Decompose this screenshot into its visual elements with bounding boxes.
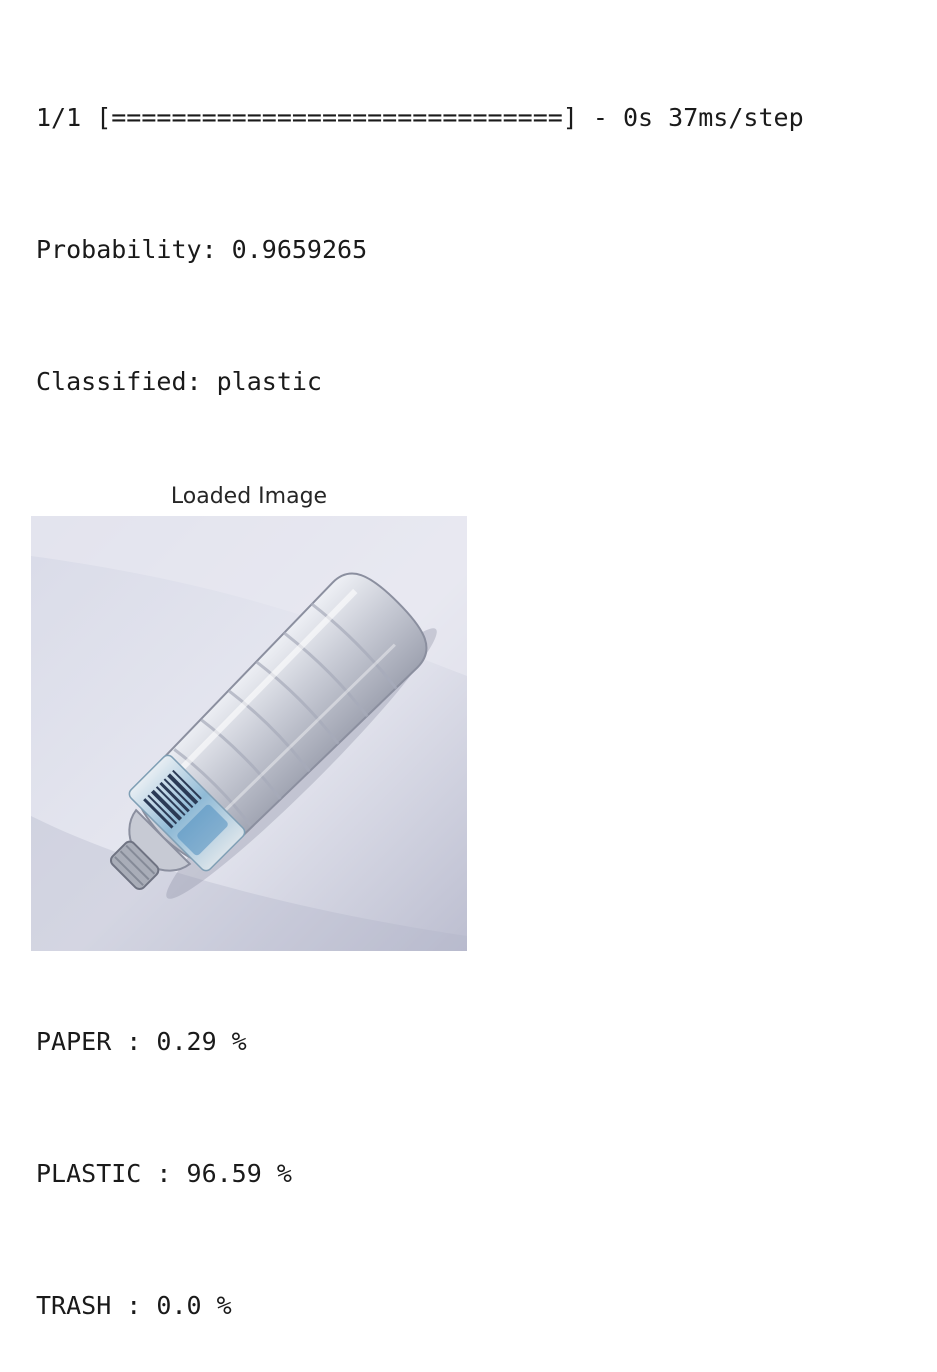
figure-title: Loaded Image <box>170 484 328 509</box>
class-line-paper: PAPER : 0.29 % <box>36 1027 247 1056</box>
classified-line: Classified: plastic <box>36 367 322 396</box>
class-line-trash: TRASH : 0.0 % <box>36 1291 232 1320</box>
probability-line: Probability: 0.9659265 <box>36 235 368 264</box>
plastic-bottle-photo <box>31 516 467 951</box>
progress-line: 1/1 [==============================] - 0… <box>36 103 804 132</box>
loaded-image <box>31 516 467 951</box>
class-line-plastic: PLASTIC : 96.59 % <box>36 1159 292 1188</box>
